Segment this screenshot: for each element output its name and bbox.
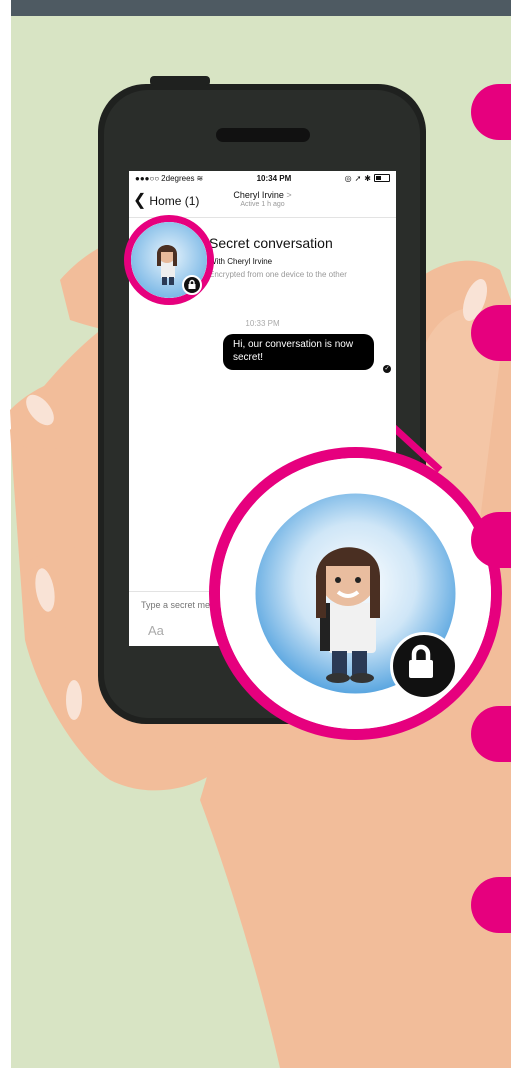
clock: 10:34 PM	[256, 173, 292, 183]
secret-conversation-info: Secret conversation With Cheryl Irvine E…	[209, 235, 396, 279]
carrier-label: 2degrees	[161, 173, 195, 183]
text-format-button[interactable]: Aa	[148, 623, 164, 638]
alarm-icon: ◎	[344, 173, 352, 183]
magnified-avatar	[209, 447, 502, 740]
bluetooth-icon: ✱	[364, 173, 371, 183]
message-timestamp: 10:33 PM	[245, 319, 280, 328]
back-button[interactable]: ❮ Home (1)	[133, 193, 199, 209]
encryption-note: Encrypted from one device to the other	[209, 270, 347, 279]
status-bar: ●●●○○ 2degrees ≋ 10:34 PM ◎ ➚ ✱	[129, 171, 396, 185]
chat-header: ❮ Home (1) Cheryl Irvine > Active 1 h ag…	[129, 185, 396, 218]
chevron-left-icon: ❮	[133, 192, 147, 209]
conversation-with: With Cheryl Irvine	[209, 257, 273, 266]
contact-name[interactable]: Cheryl Irvine	[233, 190, 284, 200]
delivered-check-icon: ✓	[383, 365, 391, 373]
signal-icon: ●●●○○	[135, 173, 160, 183]
contact-avatar[interactable]	[124, 215, 214, 305]
chevron-right-icon: >	[286, 190, 292, 200]
wifi-icon: ≋	[196, 173, 204, 183]
back-label: Home (1)	[149, 194, 200, 208]
secret-conversation-title: Secret conversation	[209, 235, 333, 251]
battery-icon	[374, 174, 390, 182]
location-icon: ➚	[354, 173, 362, 183]
lock-icon	[390, 632, 458, 700]
lock-badge-icon	[182, 275, 202, 295]
message-bubble[interactable]: Hi, our conversation is now secret!	[223, 334, 374, 370]
